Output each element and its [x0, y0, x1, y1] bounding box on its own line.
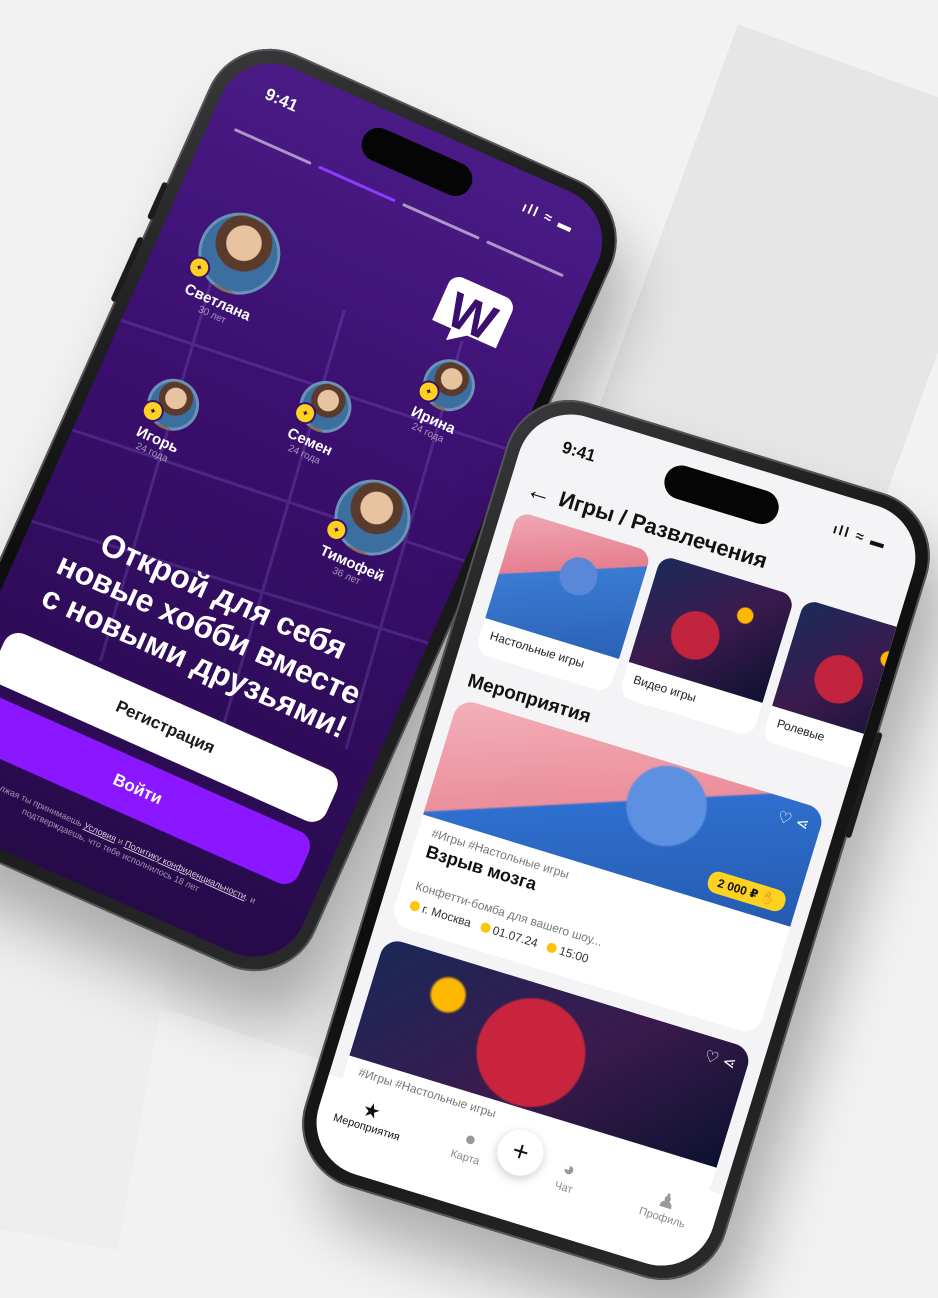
hand-icon: ✋ [759, 889, 778, 907]
category-card[interactable]: Настольные игры [474, 510, 652, 694]
location-pin-icon [408, 899, 422, 913]
clock-icon [545, 941, 559, 955]
share-icon[interactable]: ⋖ [793, 814, 811, 834]
back-arrow-icon[interactable]: ← [522, 473, 557, 510]
category-card[interactable]: Видео игры [618, 554, 796, 738]
calendar-icon [478, 921, 492, 934]
price-value: 2 000 ₽ [715, 875, 760, 902]
event-actions: ♡ ⋖ [702, 1046, 739, 1075]
share-icon[interactable]: ⋖ [720, 1053, 738, 1073]
event-actions: ♡ ⋖ [775, 807, 812, 836]
heart-icon[interactable]: ♡ [775, 809, 794, 829]
heart-icon[interactable]: ♡ [702, 1048, 721, 1068]
status-icons: ıll ≈ ▬ [831, 520, 889, 552]
status-time: 9:41 [559, 437, 598, 466]
